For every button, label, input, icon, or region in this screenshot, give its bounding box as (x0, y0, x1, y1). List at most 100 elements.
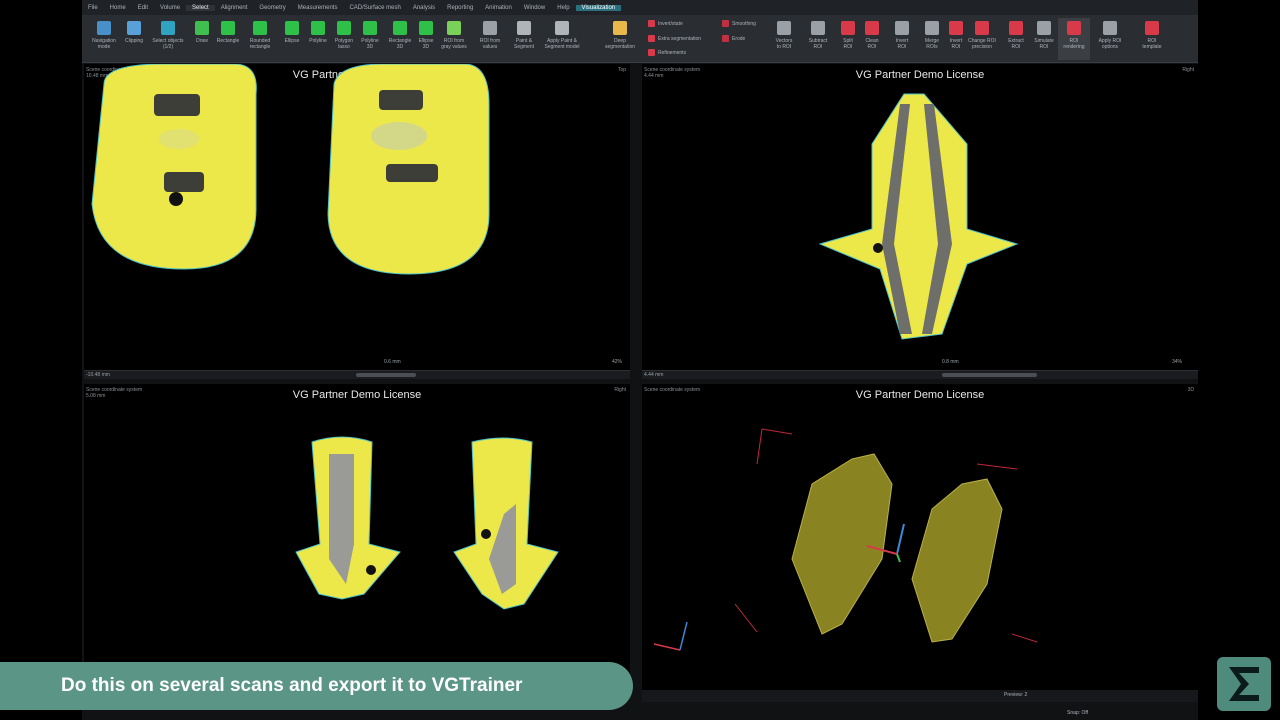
bounding-box-edge (761, 428, 793, 435)
preview-selector[interactable]: Preview: 2 (1004, 692, 1027, 698)
tool-icon (1145, 21, 1159, 35)
pore (379, 90, 423, 110)
ribbon-button-select-objects[interactable]: Select objects (1/2) (150, 18, 186, 50)
viewport-toolbar[interactable]: -10.48 mm 0.6 mm 42% (84, 359, 630, 379)
tool-label: Invert/state (658, 20, 683, 27)
tool-icon (393, 21, 407, 35)
tool-icon (949, 21, 963, 35)
tool-label: Draw (196, 38, 208, 44)
menu-item-animation[interactable]: Animation (479, 5, 518, 11)
tool-label: Rectangle (216, 38, 240, 44)
caption-banner: Do this on several scans and export it t… (0, 662, 633, 710)
pore (366, 565, 376, 575)
tool-label: Merge ROIs (924, 38, 940, 50)
ribbon-button-rounded[interactable]: Rounded rectangle (242, 18, 278, 50)
tool-label: Polyline 3D (361, 38, 379, 50)
pore (154, 94, 200, 116)
tool-label: Extract ROI (1008, 38, 1024, 50)
tool-icon (722, 20, 729, 27)
tool-icon (648, 49, 655, 56)
ribbon-button-deep[interactable]: Deep segmentation (602, 18, 638, 50)
rendered-part-right (911, 478, 1003, 643)
tool-label: Simulate ROI (1034, 38, 1054, 50)
ribbon-small-button[interactable]: Smoothing (722, 20, 756, 27)
ribbon-button-roi-from[interactable]: ROI from gray values (436, 18, 472, 50)
menu-item-home[interactable]: Home (104, 5, 132, 11)
horizontal-scrollbar[interactable] (356, 373, 416, 377)
ribbon-button-simulate[interactable]: Simulate ROI (1028, 18, 1060, 50)
viewport-toolbar[interactable]: 4.44 mm 0.8 mm 34% (642, 359, 1198, 379)
rendered-part-left (791, 453, 893, 635)
menu-item-alignment[interactable]: Alignment (215, 5, 254, 11)
viewport-top-left[interactable]: Scene coordinate system 10.48 mm VG Part… (84, 64, 630, 370)
zoom-readout: -10.48 mm (86, 372, 110, 378)
sigma-logo-icon (1229, 667, 1259, 701)
menu-item-geometry[interactable]: Geometry (253, 5, 291, 11)
zoom-percent: 34% (1172, 359, 1183, 365)
ribbon-small-button[interactable]: Refinements (648, 49, 686, 56)
tool-icon (648, 35, 655, 42)
tool-label: Deep segmentation (604, 38, 636, 50)
ribbon-button-paint-[interactable]: Paint & Segment (506, 18, 542, 50)
ribbon-button-clipping[interactable]: Clipping (116, 18, 152, 44)
tool-label: Navigation mode (92, 38, 116, 50)
tool-icon (517, 21, 531, 35)
menu-item-volume[interactable]: Volume (154, 5, 186, 11)
tool-icon (221, 21, 235, 35)
tool-label: Vectors to ROI (775, 38, 793, 50)
viewport-bottom-left[interactable]: Scene coordinate system 5.08 mm VG Partn… (84, 384, 630, 690)
tool-icon (285, 21, 299, 35)
menu-item-analysis[interactable]: Analysis (407, 5, 441, 11)
ribbon-small-button[interactable]: Erode (722, 35, 745, 42)
tool-icon (363, 21, 377, 35)
ribbon-button-roi[interactable]: ROI rendering (1058, 18, 1090, 60)
menu-item-cad-surface-mesh[interactable]: CAD/Surface mesh (343, 5, 406, 11)
slice-image-top (91, 64, 490, 275)
ribbon-small-button[interactable]: Invert/state (648, 20, 683, 27)
tool-icon (613, 21, 627, 35)
menu-item-file[interactable]: File (82, 5, 104, 11)
ribbon-button-roi[interactable]: ROI template (1136, 18, 1168, 50)
tool-icon (895, 21, 909, 35)
ribbon-button-clean[interactable]: Clean ROI (856, 18, 888, 50)
tool-label: ROI rendering (1063, 38, 1085, 50)
tool-icon (925, 21, 939, 35)
tool-label: Refinements (658, 49, 687, 56)
ribbon-button-invert[interactable]: Invert ROI (886, 18, 918, 50)
tool-label: Invert ROI (895, 38, 909, 50)
tool-icon (97, 21, 111, 35)
tool-label: Clipping (124, 38, 144, 44)
menu-item-help[interactable]: Help (551, 5, 575, 11)
brand-logo (1217, 657, 1271, 711)
tool-label: Ellipse (284, 38, 300, 44)
pore (873, 243, 883, 253)
orientation-axis-x (653, 643, 681, 651)
ribbon-button-apply-paint-[interactable]: Apply Paint & Segment model (544, 18, 580, 50)
ribbon-button-roi-from[interactable]: ROI from values (472, 18, 508, 50)
defect-region (371, 122, 427, 150)
tool-icon (337, 21, 351, 35)
ribbon-button-apply-roi[interactable]: Apply ROI options (1094, 18, 1126, 50)
ribbon-small-button[interactable]: Extra segmentation (648, 35, 701, 42)
ribbon-toolbar: Navigation mode Clipping Select objects (1… (82, 15, 1198, 63)
ribbon-button-change-roi[interactable]: Change ROI precision (966, 18, 998, 50)
tool-label: Apply Paint & Segment model (544, 38, 580, 50)
pore (169, 192, 183, 206)
snap-status: Snap: Off (1067, 710, 1089, 716)
menu-item-window[interactable]: Window (518, 5, 551, 11)
menu-item-edit[interactable]: Edit (132, 5, 154, 11)
bounding-box-edge (1011, 633, 1038, 643)
tool-icon (1067, 21, 1081, 35)
horizontal-scrollbar[interactable] (942, 373, 1037, 377)
menu-item-reporting[interactable]: Reporting (441, 5, 479, 11)
ribbon-button-rectangle[interactable]: Rectangle (210, 18, 246, 44)
slice-image-front (295, 436, 559, 610)
tool-icon (777, 21, 791, 35)
menu-item-visualization[interactable]: Visualization (575, 4, 622, 11)
ribbon-button-subtract[interactable]: Subtract ROI (802, 18, 834, 50)
viewport-top-right[interactable]: Scene coordinate system 4.44 mm VG Partn… (642, 64, 1198, 370)
viewport-bottom-right-3d[interactable]: Scene coordinate system VG Partner Demo … (642, 384, 1198, 690)
menu-item-measurements[interactable]: Measurements (292, 5, 344, 11)
menu-item-select[interactable]: Select (186, 4, 215, 11)
ribbon-button-vectors[interactable]: Vectors to ROI (768, 18, 800, 50)
